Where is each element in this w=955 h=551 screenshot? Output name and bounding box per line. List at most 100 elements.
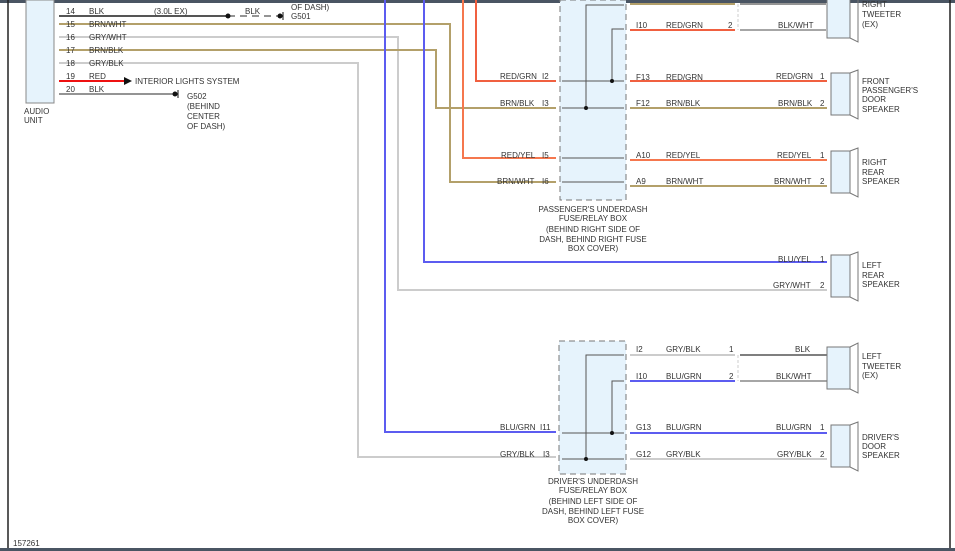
svg-text:(BEHIND: (BEHIND xyxy=(187,102,220,111)
svg-text:(3.0L EX): (3.0L EX) xyxy=(154,7,188,16)
svg-text:I3: I3 xyxy=(543,450,550,459)
svg-text:GRY/BLK: GRY/BLK xyxy=(89,59,124,68)
svg-text:BLU/GRN: BLU/GRN xyxy=(776,423,812,432)
svg-text:BRN/BLK: BRN/BLK xyxy=(89,46,124,55)
svg-text:(EX): (EX) xyxy=(862,20,878,29)
speaker-drivers-door: BLU/GRN 1 GRY/BLK 2 DRIVER'S DOOR SPEAKER xyxy=(776,421,900,472)
svg-text:GRY/BLK: GRY/BLK xyxy=(666,450,701,459)
svg-text:LEFT: LEFT xyxy=(862,261,882,270)
svg-text:2: 2 xyxy=(820,177,825,186)
svg-text:BLU/GRN: BLU/GRN xyxy=(666,372,702,381)
svg-text:OF DASH): OF DASH) xyxy=(291,3,330,12)
svg-text:I10: I10 xyxy=(636,372,648,381)
svg-text:OF DASH): OF DASH) xyxy=(187,122,226,131)
wire-blu-grn xyxy=(384,0,556,433)
audio-unit-pin-labels: 14 BLK 15 BRN/WHT 16 GRY/WHT 17 BRN/BLK 18 GR… xyxy=(66,3,330,131)
svg-text:BLK: BLK xyxy=(245,7,261,16)
svg-text:2: 2 xyxy=(820,99,825,108)
audio-unit-label: UNIT xyxy=(24,116,43,125)
svg-text:RED/GRN: RED/GRN xyxy=(776,72,813,81)
svg-text:1: 1 xyxy=(820,423,825,432)
svg-text:BOX COVER): BOX COVER) xyxy=(568,244,619,253)
svg-text:I2: I2 xyxy=(542,72,549,81)
svg-text:DASH, BEHIND RIGHT FUSE: DASH, BEHIND RIGHT FUSE xyxy=(539,235,646,244)
svg-text:I11: I11 xyxy=(540,423,551,432)
svg-text:20: 20 xyxy=(66,85,75,94)
svg-text:PASSENGER'S: PASSENGER'S xyxy=(862,86,918,95)
svg-text:GRY/BLK: GRY/BLK xyxy=(777,450,812,459)
svg-text:2: 2 xyxy=(820,281,825,290)
svg-text:G502: G502 xyxy=(187,92,207,101)
driver-output-wires: 1 2 xyxy=(630,345,827,460)
svg-text:GRY/BLK: GRY/BLK xyxy=(500,450,535,459)
svg-text:TWEETER: TWEETER xyxy=(862,362,901,371)
svg-text:2: 2 xyxy=(820,450,825,459)
svg-text:DRIVER'S: DRIVER'S xyxy=(862,433,899,442)
svg-text:BLK/WHT: BLK/WHT xyxy=(776,372,812,381)
wire-pin17-brn-blk xyxy=(59,49,556,109)
svg-text:LEFT: LEFT xyxy=(862,352,882,361)
wire-red-grn xyxy=(475,0,556,82)
svg-text:BLK/WHT: BLK/WHT xyxy=(778,21,814,30)
svg-text:FUSE/RELAY BOX: FUSE/RELAY BOX xyxy=(559,214,628,223)
svg-text:PASSENGER'S UNDERDASH: PASSENGER'S UNDERDASH xyxy=(539,205,648,214)
speaker-right-tweeter: RIGHT TWEETER (EX) xyxy=(826,0,901,43)
svg-text:(EX): (EX) xyxy=(862,371,878,380)
interior-lights-link: INTERIOR LIGHTS SYSTEM xyxy=(135,77,240,86)
svg-text:18: 18 xyxy=(66,59,75,68)
svg-text:BLK: BLK xyxy=(795,345,811,354)
svg-text:BLU/YEL: BLU/YEL xyxy=(778,255,811,264)
svg-text:RED/YEL: RED/YEL xyxy=(501,151,536,160)
ground-g502-icon xyxy=(172,91,178,97)
svg-text:1: 1 xyxy=(820,151,825,160)
svg-text:1: 1 xyxy=(820,255,825,264)
svg-text:BRN/BLK: BRN/BLK xyxy=(778,99,813,108)
svg-text:RED/GRN: RED/GRN xyxy=(666,21,703,30)
speaker-left-rear: BLU/YEL 1 GRY/WHT 2 LEFT REAR SPEAKER xyxy=(773,251,900,302)
svg-text:2: 2 xyxy=(728,21,733,30)
svg-text:RED: RED xyxy=(89,72,106,81)
svg-text:DOOR: DOOR xyxy=(862,95,886,104)
wire-pin16-gry-wht xyxy=(59,36,827,291)
svg-text:RED/GRN: RED/GRN xyxy=(500,72,537,81)
svg-text:RIGHT: RIGHT xyxy=(862,0,887,9)
speaker-right-rear: RED/YEL 1 BRN/WHT 2 RIGHT REAR SPEAKER xyxy=(774,147,900,198)
audio-unit: AUDIO UNIT xyxy=(24,0,55,125)
svg-text:GRY/BLK: GRY/BLK xyxy=(666,345,701,354)
svg-text:GRY/WHT: GRY/WHT xyxy=(89,33,127,42)
svg-text:1: 1 xyxy=(729,345,734,354)
svg-text:SPEAKER: SPEAKER xyxy=(862,451,900,460)
svg-text:G12: G12 xyxy=(636,450,652,459)
svg-text:1: 1 xyxy=(820,72,825,81)
svg-text:14: 14 xyxy=(66,7,75,16)
svg-text:SPEAKER: SPEAKER xyxy=(862,177,900,186)
wiring-diagram: AUDIO UNIT 14 BLK 15 BRN/WHT 16 GRY/WHT 17 B… xyxy=(0,0,955,551)
passenger-fuse-relay-box: RED/GRN I2 BRN/BLK I3 RED/YEL I5 BRN/WHT I6 … xyxy=(497,0,703,253)
top-frame-bar xyxy=(0,0,955,3)
svg-text:I6: I6 xyxy=(542,177,549,186)
svg-text:BLK: BLK xyxy=(89,7,105,16)
svg-text:GRY/WHT: GRY/WHT xyxy=(773,281,811,290)
arrow-icon xyxy=(124,77,132,85)
svg-text:I10: I10 xyxy=(636,21,648,30)
svg-text:I3: I3 xyxy=(542,99,549,108)
svg-text:BRN/WHT: BRN/WHT xyxy=(89,20,126,29)
svg-text:RED/YEL: RED/YEL xyxy=(777,151,812,160)
svg-text:SPEAKER: SPEAKER xyxy=(862,280,900,289)
svg-text:BRN/BLK: BRN/BLK xyxy=(500,99,535,108)
svg-text:A9: A9 xyxy=(636,177,646,186)
svg-text:BLU/GRN: BLU/GRN xyxy=(666,423,702,432)
svg-text:A10: A10 xyxy=(636,151,651,160)
svg-text:I2: I2 xyxy=(636,345,643,354)
svg-text:19: 19 xyxy=(66,72,75,81)
svg-text:BLU/GRN: BLU/GRN xyxy=(500,423,536,432)
figure-id: 157261 xyxy=(13,539,40,548)
wire-pin18-gry-blk xyxy=(59,62,556,458)
svg-text:BRN/BLK: BRN/BLK xyxy=(666,99,701,108)
speaker-front-passenger-door: RED/GRN 1 BRN/BLK 2 FRONT PASSENGER'S DOOR… xyxy=(776,69,918,120)
svg-text:BRN/WHT: BRN/WHT xyxy=(666,177,703,186)
svg-text:F12: F12 xyxy=(636,99,650,108)
svg-text:G13: G13 xyxy=(636,423,652,432)
svg-text:17: 17 xyxy=(66,46,75,55)
audio-unit-wires xyxy=(59,0,827,458)
